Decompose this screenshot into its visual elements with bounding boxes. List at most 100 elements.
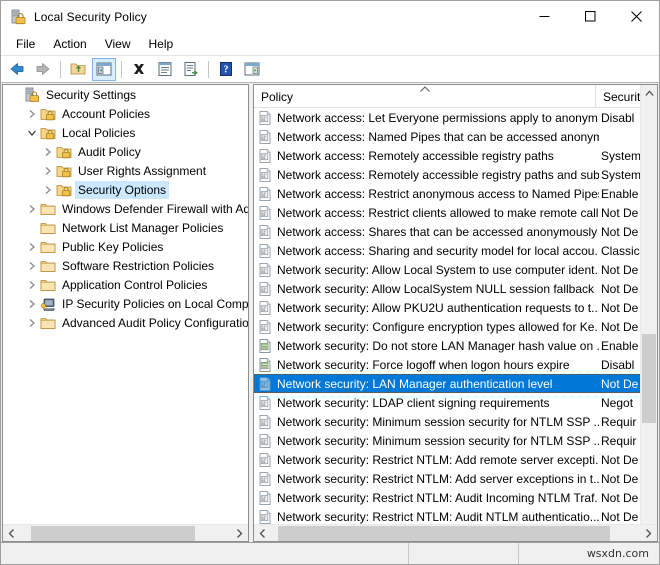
list-vertical-scrollbar[interactable] — [640, 85, 657, 541]
menu-bar: File Action View Help — [1, 32, 659, 56]
tree-item-windows-defender-firewall-with-adva[interactable]: Windows Defender Firewall with Adva — [3, 199, 248, 218]
policy-row[interactable]: 10 01 Network access: Named Pipes that can… — [254, 127, 657, 146]
policy-row[interactable]: 10 01 Network security: Minimum session se… — [254, 431, 657, 450]
policy-row[interactable]: 10 01 Network security: Allow Local System… — [254, 260, 657, 279]
svg-text:01: 01 — [262, 232, 266, 236]
chevron-right-icon[interactable] — [24, 106, 40, 122]
policy-row[interactable]: 10 01 Network access: Remotely accessible … — [254, 165, 657, 184]
tree-item-software-restriction-policies[interactable]: Software Restriction Policies — [3, 256, 248, 275]
status-bar: wsxdn.com — [1, 542, 659, 564]
policy-row[interactable]: Network security: Force logoff when logo… — [254, 355, 657, 374]
chevron-right-icon[interactable] — [24, 315, 40, 331]
tree-item-label: Security Options — [74, 180, 170, 199]
forward-icon[interactable] — [31, 58, 55, 81]
policy-row[interactable]: 10 01 Network access: Restrict anonymous a… — [254, 184, 657, 203]
chevron-right-icon[interactable] — [24, 277, 40, 293]
list-vscroll-thumb[interactable] — [642, 334, 656, 423]
toolbar-separator — [121, 60, 122, 78]
maximize-button[interactable] — [567, 1, 613, 32]
svg-text:01: 01 — [262, 289, 266, 293]
policy-row[interactable]: 10 01 Network security: Allow LocalSystem … — [254, 279, 657, 298]
tree-item-application-control-policies[interactable]: Application Control Policies — [3, 275, 248, 294]
list-column-headers: Policy Securit — [254, 85, 657, 108]
column-header-policy[interactable]: Policy — [254, 85, 596, 108]
tree-item-local-policies[interactable]: Local Policies — [3, 123, 248, 142]
menu-action[interactable]: Action — [44, 34, 95, 54]
policy-name: Network access: Remotely accessible regi… — [277, 167, 599, 182]
chevron-right-icon[interactable] — [40, 182, 56, 198]
tree-item-security-settings[interactable]: Security Settings — [3, 85, 248, 104]
tree-item-label: Public Key Policies — [62, 239, 164, 254]
chevron-down-icon[interactable] — [24, 125, 40, 141]
policy-row[interactable]: 10 01 Network security: Restrict NTLM: Aud… — [254, 507, 657, 524]
tree-item-public-key-policies[interactable]: Public Key Policies — [3, 237, 248, 256]
policy-row[interactable]: 10 01 Network security: Allow PKU2U authen… — [254, 298, 657, 317]
policy-row[interactable]: Network security: Do not store LAN Manag… — [254, 336, 657, 355]
scroll-right-icon[interactable] — [640, 525, 657, 542]
menu-help[interactable]: Help — [140, 34, 183, 54]
chevron-right-icon[interactable] — [24, 239, 40, 255]
export-list-icon[interactable] — [179, 58, 203, 81]
view-options-icon[interactable] — [240, 58, 264, 81]
show-hide-console-tree-icon[interactable] — [92, 57, 116, 81]
policy-name: Network security: Minimum session securi… — [277, 414, 599, 429]
up-one-level-icon[interactable] — [66, 58, 90, 81]
policy-row[interactable]: 10 01 Network access: Shares that can be a… — [254, 222, 657, 241]
close-button[interactable] — [613, 1, 659, 32]
policy-row[interactable]: 10 01 Network access: Let Everyone permiss… — [254, 108, 657, 127]
scroll-up-icon[interactable] — [641, 85, 657, 102]
tree-item-ip-security-policies-on-local-compute[interactable]: IP Security Policies on Local Compute — [3, 294, 248, 313]
tree-horizontal-scrollbar[interactable] — [3, 524, 248, 541]
tree-item-label: Application Control Policies — [62, 277, 208, 292]
policy-row[interactable]: 10 01 Network security: LDAP client signin… — [254, 393, 657, 412]
policy-row[interactable]: 10 01 Network security: Restrict NTLM: Add… — [254, 469, 657, 488]
back-icon[interactable] — [5, 58, 29, 81]
menu-view[interactable]: View — [96, 34, 140, 54]
chevron-right-icon[interactable] — [24, 201, 40, 217]
policy-row[interactable]: 10 01 Network access: Remotely accessible … — [254, 146, 657, 165]
status-message — [1, 543, 409, 564]
tree-item-network-list-manager-policies[interactable]: Network List Manager Policies — [3, 218, 248, 237]
policy-row[interactable]: 10 01 Network security: Minimum session se… — [254, 412, 657, 431]
console-tree-pane: Security Settings Account Policies Local P… — [2, 84, 249, 542]
menu-file[interactable]: File — [7, 34, 44, 54]
tree-item-label: IP Security Policies on Local Compute — [62, 296, 248, 311]
chevron-right-icon[interactable] — [24, 258, 40, 274]
scroll-left-icon[interactable] — [254, 525, 271, 542]
policy-row[interactable]: 10 01 Network security: Restrict NTLM: Aud… — [254, 488, 657, 507]
list-hscroll-track[interactable] — [271, 525, 640, 542]
tree-item-label: User Rights Assignment — [78, 163, 207, 178]
policy-row[interactable]: 10 01 Network security: Restrict NTLM: Add… — [254, 450, 657, 469]
tree-hscroll-thumb[interactable] — [30, 525, 196, 541]
policy-configured-icon — [257, 357, 273, 373]
policy-row[interactable]: 10 01 Network access: Restrict clients all… — [254, 203, 657, 222]
policy-row[interactable]: 10 01 Network security: Configure encrypti… — [254, 317, 657, 336]
list-hscroll-thumb[interactable] — [278, 525, 611, 541]
tree-item-advanced-audit-policy-configuration[interactable]: Advanced Audit Policy Configuration — [3, 313, 248, 332]
properties-icon[interactable] — [153, 58, 177, 81]
policy-icon: 10 01 — [257, 490, 273, 506]
policy-row[interactable]: 10 01 Network security: LAN Manager authen… — [254, 374, 657, 393]
tree-item-security-options[interactable]: Security Options — [3, 180, 248, 199]
chevron-right-icon[interactable] — [24, 296, 40, 312]
policy-row[interactable]: 10 01 Network access: Sharing and security… — [254, 241, 657, 260]
scroll-left-icon[interactable] — [3, 525, 20, 542]
delete-icon[interactable] — [127, 58, 151, 81]
chevron-right-icon[interactable] — [40, 144, 56, 160]
tree-item-audit-policy[interactable]: Audit Policy — [3, 142, 248, 161]
title-bar: Local Security Policy — [1, 1, 659, 32]
svg-text:01: 01 — [262, 194, 266, 198]
sort-ascending-icon — [419, 86, 430, 96]
help-icon[interactable]: ? — [214, 58, 238, 81]
scroll-right-icon[interactable] — [231, 525, 248, 542]
policy-name: Network access: Let Everyone permissions… — [277, 110, 599, 125]
policy-name: Network security: Do not store LAN Manag… — [277, 338, 599, 353]
chevron-right-icon[interactable] — [40, 163, 56, 179]
minimize-button[interactable] — [521, 1, 567, 32]
tree-item-account-policies[interactable]: Account Policies — [3, 104, 248, 123]
list-horizontal-scrollbar[interactable] — [254, 524, 657, 541]
tree-hscroll-track[interactable] — [20, 525, 231, 542]
tree-item-user-rights-assignment[interactable]: User Rights Assignment — [3, 161, 248, 180]
